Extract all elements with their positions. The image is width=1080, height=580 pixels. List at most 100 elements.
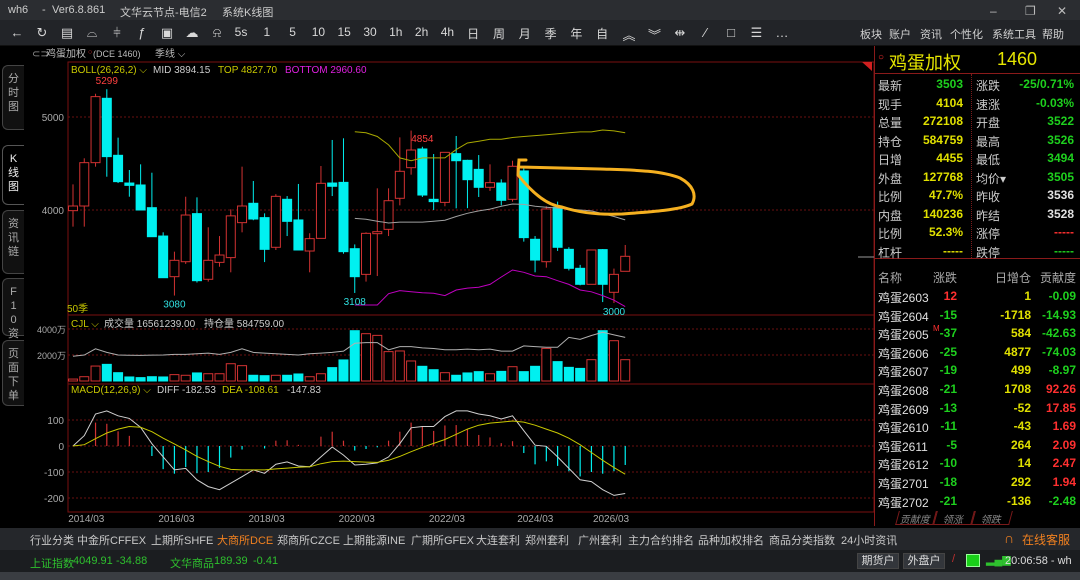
contract-row[interactable]: 鸡蛋2610 -11 -43 1.69	[875, 417, 1079, 435]
foreign-account-button[interactable]: 外盘户	[903, 553, 945, 569]
more-icon[interactable]: …	[773, 25, 791, 40]
boll-indicator-select[interactable]: BOLL(26,26,2) ⌵	[71, 65, 147, 76]
contract-row[interactable]: 鸡蛋2611 -5 264 2.09	[875, 436, 1079, 454]
nav-item-12[interactable]: 商品分类指数	[769, 532, 835, 548]
extreme-label: 3000	[603, 307, 626, 318]
menu-2[interactable]: 资讯	[920, 26, 942, 42]
nav-item-8[interactable]: 郑州套利	[525, 532, 569, 548]
headset-icon[interactable]: ∩	[1004, 530, 1014, 546]
nav-item-0[interactable]: 行业分类	[30, 532, 74, 548]
candlestick-icon[interactable]: ⫩	[108, 25, 126, 41]
list-icon[interactable]: ☰	[748, 25, 766, 41]
contract-row[interactable]: 鸡蛋2702 -21 -136 -2.48	[875, 492, 1079, 510]
period-周[interactable]: 周	[490, 25, 508, 42]
nav-item-2[interactable]: 上期所SHFE	[151, 532, 213, 548]
online-service-link[interactable]: 在线客服	[1022, 531, 1070, 548]
price-tick: 5000	[42, 113, 65, 124]
candle-up	[225, 215, 236, 259]
contract-row[interactable]: 鸡蛋2608 -21 1708 92.26	[875, 380, 1079, 398]
period-日[interactable]: 日	[464, 25, 482, 42]
quote-row: 内盘 140236 昨结 3528	[875, 205, 1079, 223]
bell-icon[interactable]: ⍾	[208, 25, 226, 41]
macd-indicator-select[interactable]: MACD(12,26,9) ⌵	[71, 385, 151, 396]
contract-row[interactable]: 鸡蛋2612 -10 14 2.47	[875, 454, 1079, 472]
period-年[interactable]: 年	[567, 25, 585, 42]
zoom-out-icon[interactable]: ︾	[646, 25, 664, 44]
panel-icon[interactable]: ▣	[158, 25, 176, 41]
contract-name: 鸡蛋2701	[878, 477, 929, 491]
contract-row[interactable]: 鸡蛋2609 -13 -52 17.85	[875, 399, 1079, 417]
back-icon[interactable]: ←	[8, 25, 26, 40]
line-chart-icon[interactable]: ⌓	[83, 25, 101, 41]
period-1h[interactable]: 1h	[387, 25, 405, 39]
nav-item-10[interactable]: 主力合约排名	[628, 532, 694, 548]
period-4h[interactable]: 4h	[438, 25, 456, 39]
period-季[interactable]: 季	[542, 25, 560, 42]
period-月[interactable]: 月	[516, 25, 534, 42]
quote-label: 最低	[976, 153, 1001, 167]
nav-item-6[interactable]: 广期所GFEX	[411, 532, 474, 548]
period-select[interactable]: 季线 ⌵	[155, 47, 186, 60]
menu-3[interactable]: 个性化	[950, 26, 983, 42]
period-5[interactable]: 5	[284, 25, 302, 39]
quote-row: 持仓 584759 最高 3526	[875, 131, 1079, 149]
period-5s[interactable]: 5s	[232, 25, 250, 39]
contract-oi-change: 499	[1010, 363, 1031, 378]
menu-1[interactable]: 账户	[889, 26, 911, 42]
period-2h[interactable]: 2h	[413, 25, 431, 39]
quote-value: -25/0.71%	[1019, 77, 1074, 91]
index1-value: 4049.91	[73, 555, 113, 567]
contract-row[interactable]: 鸡蛋2607 -19 499 -8.97	[875, 361, 1079, 379]
candle-down	[428, 198, 439, 203]
nav-item-5[interactable]: 上期能源INE	[343, 532, 405, 548]
table-icon[interactable]: ▤	[58, 25, 76, 41]
contract-row[interactable]: 鸡蛋2605 M -37 584 -42.63	[875, 324, 1079, 342]
period-10[interactable]: 10	[309, 25, 327, 39]
formula-icon[interactable]: ƒ	[133, 25, 151, 40]
rectangle-icon[interactable]: □	[722, 25, 740, 40]
period-1[interactable]: 1	[258, 25, 276, 39]
nav-item-4[interactable]: 郑商所CZCE	[277, 532, 340, 548]
instrument-name: 鸡蛋加权	[46, 47, 86, 60]
nav-item-1[interactable]: 中金所CFFEX	[77, 532, 146, 548]
futures-account-button[interactable]: 期货户	[857, 553, 899, 569]
column-header[interactable]: 名称	[878, 269, 902, 286]
contracts-tab-0[interactable]: 贡献度	[895, 511, 937, 526]
refresh-icon[interactable]: ↻	[33, 25, 51, 41]
boll-bottom-value: BOTTOM 2960.60	[285, 65, 367, 76]
nav-item-7[interactable]: 大连套利	[476, 532, 520, 548]
cloud-icon[interactable]: ☁	[183, 25, 201, 41]
contract-row[interactable]: 鸡蛋2603 12 1 -0.09	[875, 287, 1079, 305]
maximize-button[interactable]: ❐	[1025, 4, 1036, 18]
contract-row[interactable]: 鸡蛋2701 -18 292 1.94	[875, 473, 1079, 491]
close-button[interactable]: ✕	[1057, 4, 1067, 18]
column-header[interactable]: 贡献度	[1040, 269, 1076, 286]
menu-0[interactable]: 板块	[860, 26, 882, 42]
column-header[interactable]: 日增仓	[995, 269, 1031, 286]
contract-row[interactable]: 鸡蛋2606 -25 4877 -74.03	[875, 343, 1079, 361]
nav-item-11[interactable]: 品种加权排名	[698, 532, 764, 548]
period-30[interactable]: 30	[361, 25, 379, 39]
macd-dea-value: DEA -108.61	[222, 385, 279, 396]
volume-indicator-select[interactable]: CJL ⌵	[71, 319, 99, 330]
contracts-tab-1[interactable]: 领涨	[933, 511, 975, 526]
nav-item-9[interactable]: 广州套利	[578, 532, 622, 548]
zoom-in-icon[interactable]: ︽	[620, 25, 638, 44]
period-自[interactable]: 自	[593, 25, 611, 42]
contracts-tab-2[interactable]: 领跌	[971, 511, 1013, 526]
column-header[interactable]: 涨跌	[933, 269, 957, 286]
contract-row[interactable]: 鸡蛋2604 -15 -1718 -14.93	[875, 306, 1079, 324]
expand-icon[interactable]: ⇹	[671, 25, 689, 41]
menu-4[interactable]: 系统工具	[992, 26, 1036, 42]
contracts-header: 名称 涨跌 日增仓 贡献度	[875, 267, 1079, 285]
volume-bar	[79, 376, 90, 382]
menu-5[interactable]: 帮助	[1042, 26, 1064, 42]
contract-change: 12	[943, 289, 957, 303]
draw-line-icon[interactable]: ∕	[697, 25, 715, 40]
quote-label: 杠杆	[878, 245, 903, 260]
minimize-button[interactable]: –	[990, 4, 997, 18]
period-15[interactable]: 15	[335, 25, 353, 39]
nav-item-3[interactable]: 大商所DCE	[217, 532, 274, 552]
kline-chart[interactable]: ⊂⊃鸡蛋加权 ○ (DCE 1460) 季线 ⌵500040004000万2000万1…	[0, 46, 874, 528]
nav-item-13[interactable]: 24小时资讯	[841, 532, 897, 548]
